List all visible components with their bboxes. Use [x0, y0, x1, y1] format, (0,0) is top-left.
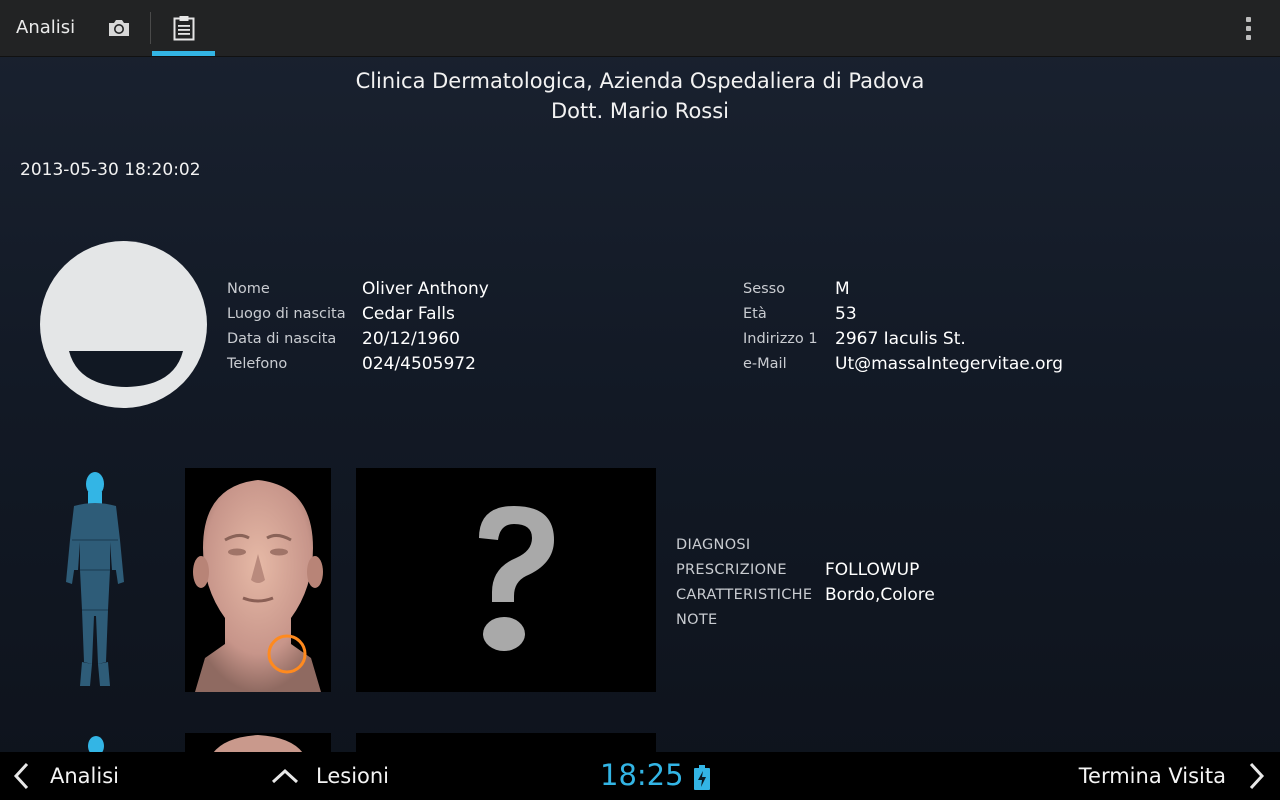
camera-icon	[109, 20, 129, 36]
doctor-name: Dott. Mario Rossi	[550, 99, 730, 123]
phone-value: 024/4505972	[362, 354, 476, 374]
clinic-name: Clinica Dermatologica, Azienda Ospedalie…	[355, 69, 925, 93]
birthdate-value: 20/12/1960	[362, 329, 460, 349]
sex-value: M	[835, 279, 850, 299]
action-bar: Analisi	[0, 0, 1280, 57]
characteristics-value: Bordo,Colore	[825, 585, 935, 605]
prescription-label: PRESCRIZIONE	[676, 562, 787, 578]
address-label: Indirizzo 1	[743, 331, 818, 347]
patient-avatar-icon	[40, 241, 207, 408]
sex-label: Sesso	[743, 281, 786, 297]
clock: 18:25	[600, 758, 684, 792]
name-label: Nome	[227, 281, 270, 297]
back-analisi-button[interactable]: Analisi	[12, 752, 119, 800]
diagnosis-label: DIAGNOSI	[676, 537, 751, 553]
age-label: Età	[743, 306, 767, 322]
termina-visita-button[interactable]: Termina Visita	[1079, 752, 1266, 800]
tab-camera[interactable]	[96, 0, 142, 56]
body-figure-icon[interactable]	[60, 470, 130, 692]
lesion-face-image[interactable]	[185, 468, 331, 692]
birthdate-label: Data di nascita	[227, 331, 337, 347]
birthplace-value: Cedar Falls	[362, 304, 455, 324]
lesion-photo-placeholder[interactable]	[356, 468, 656, 692]
chevron-up-icon	[271, 768, 299, 784]
address-value: 2967 Iaculis St.	[835, 329, 966, 349]
app-title[interactable]: Analisi	[16, 17, 75, 38]
notes-label: NOTE	[676, 612, 718, 628]
question-mark-icon	[479, 506, 554, 651]
birthplace-label: Luogo di nascita	[227, 306, 346, 322]
prescription-value: FOLLOWUP	[825, 560, 920, 580]
chevron-left-icon	[13, 762, 29, 790]
head-model-icon	[213, 735, 303, 753]
tab-divider	[150, 12, 151, 44]
lesion-photo-placeholder[interactable]	[356, 733, 656, 753]
clipboard-icon	[173, 16, 194, 41]
phone-label: Telefono	[227, 356, 288, 372]
lesioni-label: Lesioni	[316, 764, 390, 788]
battery-charging-icon	[694, 765, 710, 790]
finish-label: Termina Visita	[1078, 764, 1226, 788]
lesion-face-image[interactable]	[185, 733, 331, 753]
bottom-nav-bar: Analisi Lesioni 18:25 Termina Visita	[0, 752, 1280, 800]
name-value: Oliver Anthony	[362, 279, 489, 299]
characteristics-label: CARATTERISTICHE	[676, 587, 813, 603]
visit-date: 2013-05-30 18:20:02	[20, 160, 201, 180]
email-value: Ut@massaIntegervitae.org	[835, 354, 1063, 374]
chevron-right-icon	[1249, 762, 1265, 790]
selected-tab-indicator	[152, 51, 215, 56]
overflow-menu-icon[interactable]	[1236, 14, 1260, 42]
head-model-icon	[193, 480, 323, 692]
age-value: 53	[835, 304, 857, 324]
back-label: Analisi	[50, 764, 119, 788]
lesioni-button[interactable]: Lesioni	[270, 752, 389, 800]
tab-report[interactable]	[152, 0, 215, 56]
email-label: e-Mail	[743, 356, 787, 372]
